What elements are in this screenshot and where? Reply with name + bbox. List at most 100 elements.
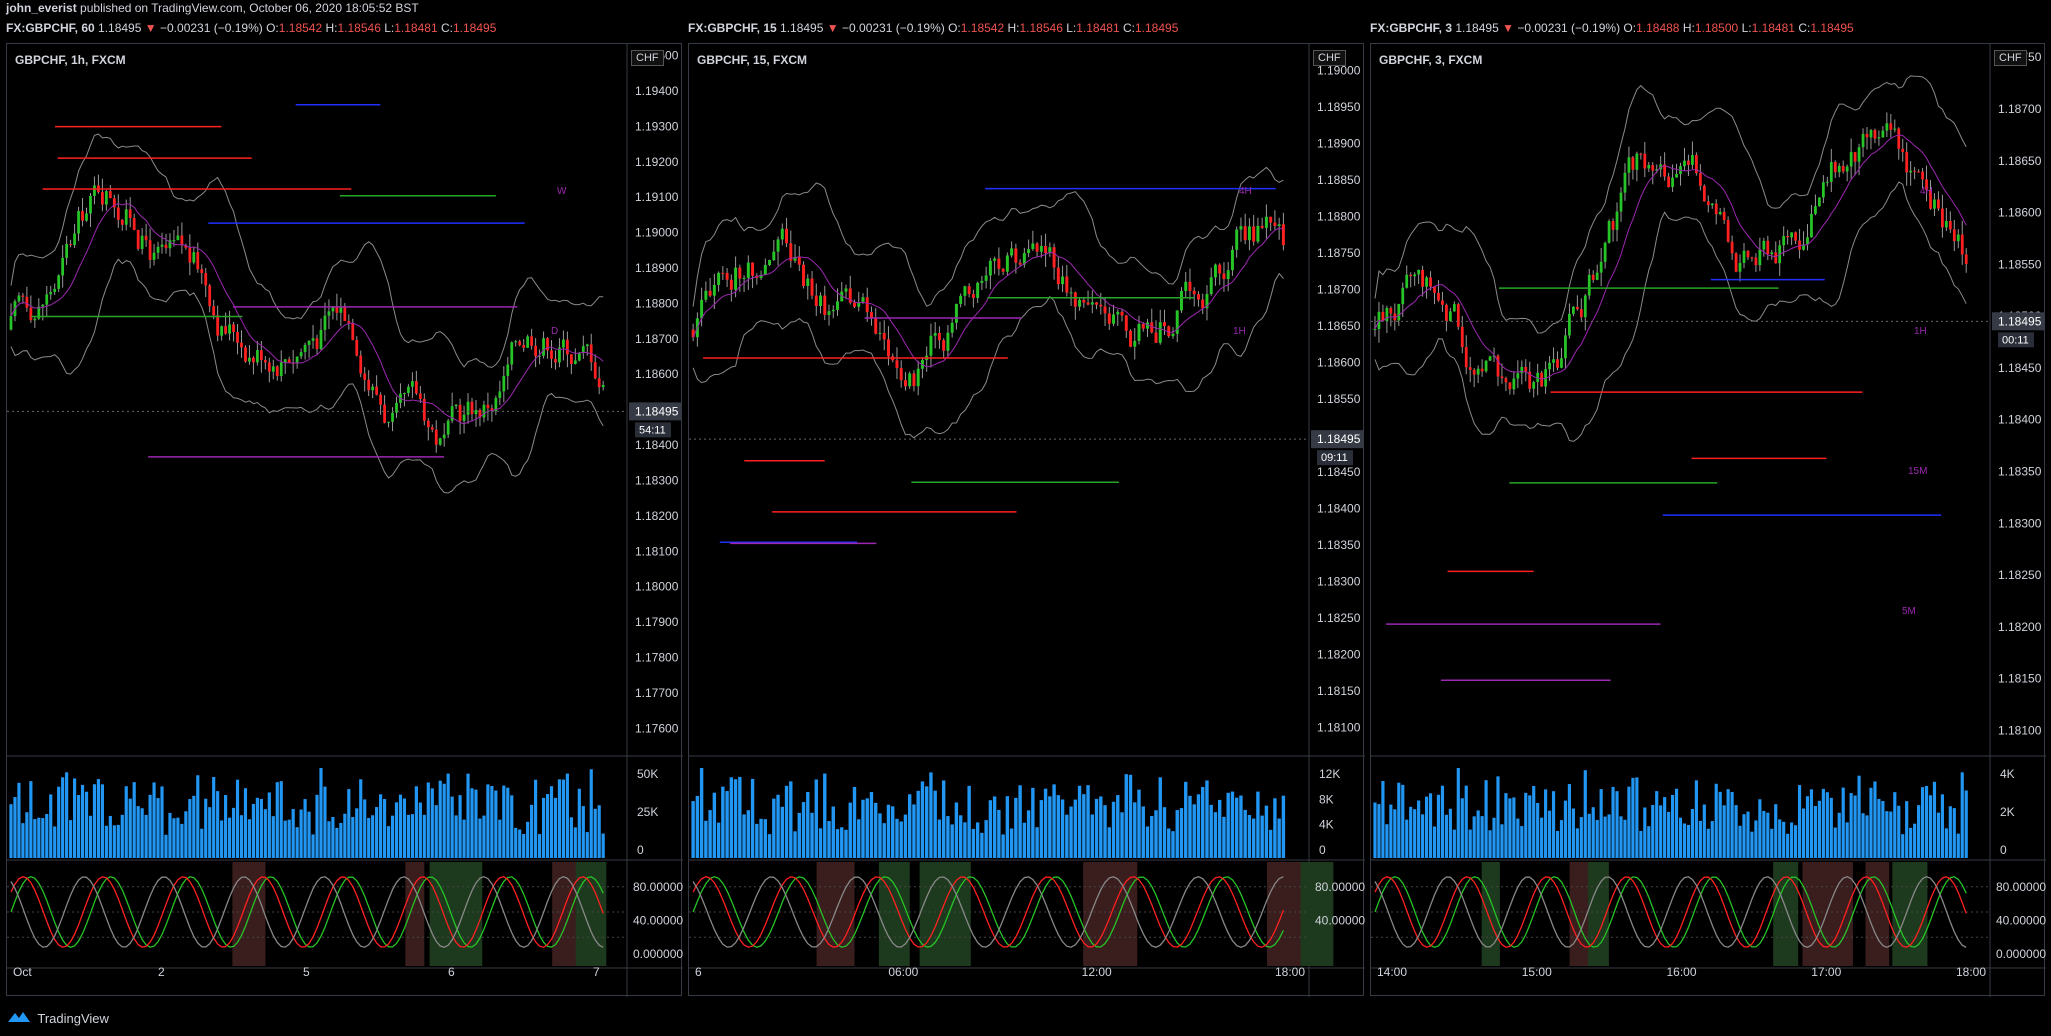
brand-name[interactable]: TradingView bbox=[37, 1011, 109, 1026]
candle bbox=[1790, 232, 1794, 238]
volume-bar bbox=[1124, 774, 1128, 858]
candle bbox=[101, 192, 104, 205]
volume-bar bbox=[941, 780, 946, 858]
volume-bar bbox=[184, 811, 188, 858]
chart-canvas[interactable]: 1.190001.189501.189001.188501.188001.187… bbox=[689, 44, 1365, 997]
volume-bar bbox=[801, 802, 806, 858]
chart-canvas[interactable]: 1.19400 1.19300 1.19200 1.19100 1.19000 1.189… bbox=[7, 44, 683, 997]
high-label: H: bbox=[1007, 21, 1020, 35]
candle bbox=[77, 211, 80, 234]
moving-average bbox=[1374, 134, 1967, 380]
time-tick: 6 bbox=[448, 965, 455, 979]
volume-bar bbox=[920, 781, 925, 858]
volume-bar bbox=[844, 829, 848, 858]
volume-bar bbox=[1385, 824, 1389, 858]
candle bbox=[768, 260, 772, 265]
volume-bar bbox=[327, 821, 331, 858]
candle bbox=[1718, 211, 1722, 215]
volume-bar bbox=[418, 802, 422, 858]
chart-panel-15m[interactable]: 1.19000 1.18950 1.18900 1.18850 1.18800 1.187… bbox=[688, 43, 1365, 997]
volume-bar bbox=[1793, 825, 1798, 858]
candle bbox=[1941, 208, 1944, 228]
price-change: −0.00231 (−0.19%) bbox=[1517, 21, 1621, 35]
candle bbox=[1445, 304, 1448, 321]
chart-panel-3m[interactable]: 1.187001.186501.186001.185501.185001.184… bbox=[1370, 43, 2046, 997]
volume-bar bbox=[1829, 797, 1833, 858]
candle bbox=[573, 360, 577, 364]
volume-bar bbox=[1409, 806, 1413, 858]
high-label: H: bbox=[325, 21, 338, 35]
candle bbox=[912, 373, 916, 387]
tradingview-logo-icon[interactable] bbox=[8, 1004, 30, 1036]
volume-bar bbox=[235, 779, 240, 858]
panel-2-header: FX:GBPCHF, 15 1.18495 ▼ −0.00231 (−0.19%… bbox=[688, 20, 1178, 36]
volume-bar bbox=[514, 827, 518, 858]
candle bbox=[148, 240, 152, 260]
candle bbox=[1901, 148, 1905, 153]
candle bbox=[470, 401, 474, 415]
author-name[interactable]: john_everist bbox=[0, 1, 77, 15]
candle bbox=[1425, 277, 1428, 287]
volume-bar bbox=[1797, 785, 1802, 858]
time-tick: 2 bbox=[158, 965, 165, 979]
volume-bar bbox=[1786, 833, 1790, 858]
volume-bar bbox=[967, 785, 971, 858]
volume-bar bbox=[96, 779, 101, 858]
panel-3-header: FX:GBPCHF, 3 1.18495 ▼ −0.00231 (−0.19%)… bbox=[1370, 20, 1854, 36]
currency-badge[interactable]: CHF bbox=[1313, 50, 1346, 66]
volume-bar bbox=[1022, 822, 1027, 858]
candle bbox=[502, 375, 506, 392]
volume-bar bbox=[1107, 827, 1111, 858]
volume-bar bbox=[1591, 807, 1595, 858]
currency-badge[interactable]: CHF bbox=[1994, 50, 2027, 66]
oscillator-tick: 40.000000 bbox=[1315, 913, 1365, 927]
volume-bar bbox=[1663, 797, 1667, 858]
chart-panel-1h[interactable]: 1.19400 1.19300 1.19200 1.19100 1.19000 1.189… bbox=[6, 43, 683, 997]
candle bbox=[1504, 378, 1508, 383]
candle bbox=[980, 280, 984, 283]
candle bbox=[814, 295, 818, 306]
volume-bar bbox=[1116, 795, 1120, 858]
candle bbox=[1960, 234, 1964, 255]
chart-canvas[interactable]: 1.187001.186501.186001.185501.185001.184… bbox=[1371, 44, 2046, 997]
candle bbox=[124, 209, 128, 225]
candle bbox=[228, 324, 231, 334]
oscillator-tick: 80.000000 bbox=[1315, 880, 1365, 894]
candle bbox=[1508, 382, 1512, 390]
volume-bar bbox=[295, 827, 299, 858]
volume-bar bbox=[565, 773, 569, 858]
price-tick: 1.18150 bbox=[1317, 684, 1361, 698]
candle bbox=[1154, 332, 1158, 343]
candle bbox=[1039, 246, 1043, 252]
candle bbox=[208, 285, 212, 307]
low-value: 1.18481 bbox=[394, 21, 438, 35]
currency-badge[interactable]: CHF bbox=[631, 50, 664, 66]
volume-bar bbox=[41, 818, 45, 858]
candle bbox=[351, 323, 355, 340]
volume-bar bbox=[355, 808, 359, 858]
publish-info: john_everist published on TradingView.co… bbox=[0, 0, 2051, 16]
volume-bar bbox=[422, 814, 426, 858]
candle bbox=[1607, 220, 1611, 243]
candle bbox=[295, 356, 299, 364]
volume-bar bbox=[92, 784, 97, 858]
volume-bar bbox=[848, 802, 852, 858]
candle bbox=[271, 366, 275, 372]
candle bbox=[823, 295, 827, 315]
candle bbox=[1061, 276, 1065, 285]
volume-bar bbox=[1917, 805, 1921, 858]
candle bbox=[950, 322, 954, 333]
volume-bar bbox=[1188, 795, 1192, 858]
candle bbox=[874, 318, 878, 334]
candle bbox=[1651, 165, 1655, 171]
candle bbox=[1209, 277, 1213, 295]
volume-bar bbox=[1678, 817, 1683, 858]
oscillator-tick: 0.000000 bbox=[633, 947, 683, 961]
volume-bar bbox=[1052, 784, 1056, 858]
candle bbox=[1893, 128, 1897, 130]
volume-bar bbox=[1599, 789, 1603, 858]
volume-bar bbox=[1861, 813, 1865, 858]
bollinger-upper bbox=[1374, 75, 1967, 334]
candle bbox=[275, 366, 279, 377]
volume-bar bbox=[882, 823, 886, 858]
